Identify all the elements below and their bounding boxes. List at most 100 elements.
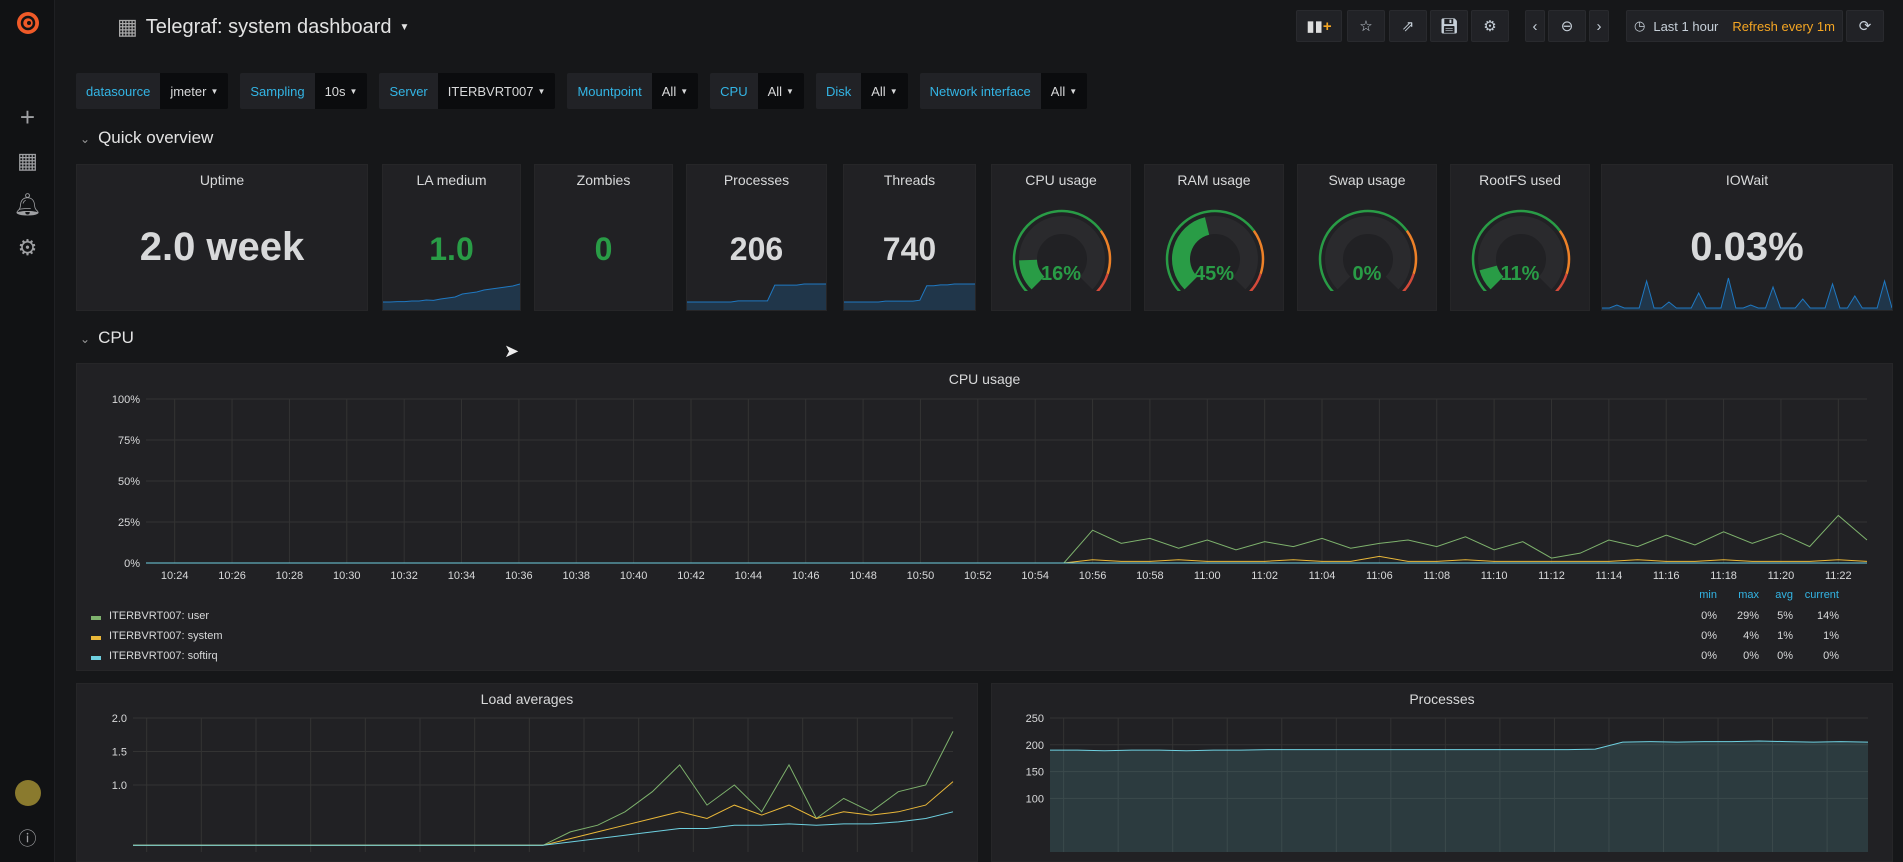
legend-series-name: ITERBVRT007: user bbox=[109, 610, 210, 622]
stat-value: 0% bbox=[1352, 263, 1382, 285]
chevron-left-icon: ‹ bbox=[1532, 17, 1538, 35]
time-range: Last 1 hour bbox=[1653, 18, 1719, 34]
x-tick-label: 10:24 bbox=[161, 570, 189, 582]
refresh-icon: ⟳ bbox=[1858, 18, 1872, 35]
x-tick-label: 11:18 bbox=[1710, 570, 1737, 582]
help-icon[interactable]: ⓘ bbox=[0, 825, 55, 851]
stat-panel-ram-usage: RAM usage 45% bbox=[1144, 164, 1284, 311]
variable-value: All bbox=[767, 83, 783, 99]
dashboards-icon[interactable]: ▦ bbox=[0, 148, 55, 174]
star-icon: ☆ bbox=[1359, 18, 1373, 35]
stat-value: 0.03% bbox=[1690, 225, 1804, 269]
variable-select[interactable]: All ▼ bbox=[1040, 73, 1088, 109]
stat-value: 1.0 bbox=[429, 231, 474, 267]
y-tick-label: 100 bbox=[1026, 793, 1044, 805]
bell-icon[interactable]: 🔔︎ bbox=[0, 192, 55, 218]
star-button[interactable]: ☆ bbox=[1347, 10, 1385, 42]
variable-value: All bbox=[661, 83, 677, 99]
processes-chart[interactable]: 100 150 200 250 bbox=[992, 684, 1892, 859]
variable-network-interface: Network interface All ▼ bbox=[919, 73, 1088, 109]
y-tick-label: 200 bbox=[1026, 740, 1044, 752]
legend-header-current[interactable]: current bbox=[1799, 589, 1839, 601]
gear-icon[interactable]: ⚙ bbox=[0, 235, 55, 261]
stat-value: 740 bbox=[882, 231, 937, 267]
legend-value-min: 0% bbox=[1701, 610, 1717, 622]
y-tick-label: 1.0 bbox=[112, 780, 127, 792]
variable-label: Sampling bbox=[240, 73, 315, 109]
mouse-cursor: ➤ bbox=[504, 341, 520, 361]
refresh-button[interactable]: ⟳ bbox=[1846, 10, 1884, 42]
stat-panel-threads: Threads 740 bbox=[843, 164, 976, 311]
panel-title: Uptime bbox=[199, 172, 245, 188]
variable-select[interactable]: All ▼ bbox=[757, 73, 804, 109]
stat-value: 206 bbox=[729, 231, 784, 267]
legend-value-current: 14% bbox=[1816, 610, 1839, 622]
row-cpu[interactable]: ⌄ CPU bbox=[80, 328, 134, 348]
x-tick-label: 11:10 bbox=[1481, 570, 1508, 582]
sparkline bbox=[687, 283, 826, 310]
plus-icon[interactable]: + bbox=[0, 102, 55, 133]
y-tick-label: 250 bbox=[1026, 713, 1044, 725]
caret-down-icon: ▼ bbox=[680, 86, 689, 96]
time-back-button[interactable]: ‹ bbox=[1525, 10, 1545, 42]
x-tick-label: 10:26 bbox=[218, 570, 246, 582]
variable-select[interactable]: All ▼ bbox=[651, 73, 699, 109]
add-panel-button[interactable]: ▮▮+ bbox=[1296, 10, 1342, 42]
variable-select[interactable]: All ▼ bbox=[861, 73, 908, 109]
legend-value-avg: 1% bbox=[1777, 630, 1793, 642]
sparkline-fill bbox=[844, 284, 975, 310]
stat-panel-rootfs-used: RootFS used 11% bbox=[1450, 164, 1590, 311]
x-tick-label: 10:54 bbox=[1021, 570, 1049, 582]
legend-row[interactable]: ITERBVRT007: softirq 0% 0% 0% 0% bbox=[91, 649, 1881, 667]
variable-select[interactable]: jmeter ▼ bbox=[160, 73, 229, 109]
sidebar: + ▦ 🔔︎ ⚙ ⓘ bbox=[0, 0, 55, 862]
y-tick-label: 0% bbox=[124, 558, 140, 570]
variable-label: Network interface bbox=[919, 73, 1041, 109]
legend-value-min: 0% bbox=[1701, 630, 1717, 642]
legend-row[interactable]: ITERBVRT007: user 0% 29% 5% 14% bbox=[91, 609, 1881, 627]
time-forward-button[interactable]: › bbox=[1589, 10, 1609, 42]
legend-series-name: ITERBVRT007: softirq bbox=[109, 650, 218, 662]
legend-row[interactable]: ITERBVRT007: system 0% 4% 1% 1% bbox=[91, 629, 1881, 647]
x-tick-label: 11:14 bbox=[1595, 570, 1622, 582]
dashboard-picker[interactable]: ▦ Telegraf: system dashboard ▼ bbox=[117, 14, 409, 40]
legend-header-min[interactable]: min bbox=[1677, 589, 1717, 601]
y-tick-label: 50% bbox=[118, 476, 140, 488]
legend-color-swatch bbox=[91, 636, 101, 640]
dashboard-title: Telegraf: system dashboard bbox=[145, 15, 392, 38]
panel-title: LA medium bbox=[416, 172, 487, 188]
time-picker[interactable]: ◷ Last 1 hour Refresh every 1m bbox=[1626, 10, 1843, 42]
legend-header-avg[interactable]: avg bbox=[1753, 589, 1793, 601]
variable-disk: Disk All ▼ bbox=[815, 73, 908, 109]
y-tick-label: 100% bbox=[112, 394, 140, 406]
variable-select[interactable]: 10s ▼ bbox=[314, 73, 368, 109]
cpu-usage-panel: CPU usage 0% 25% 50% 75% 100% 10:24 10:26 10:28… bbox=[76, 363, 1893, 671]
caret-down-icon: ▼ bbox=[349, 86, 358, 96]
caret-down-icon: ▼ bbox=[889, 86, 898, 96]
load-averages-chart[interactable]: 1.0 1.5 2.0 bbox=[77, 684, 977, 859]
panel-title: Processes bbox=[723, 172, 790, 188]
x-tick-label: 10:46 bbox=[792, 570, 820, 582]
grafana-logo[interactable] bbox=[0, 8, 55, 44]
dashboards-icon: ▦ bbox=[117, 14, 138, 39]
x-tick-label: 11:08 bbox=[1423, 570, 1450, 582]
share-button[interactable]: ⇗ bbox=[1389, 10, 1427, 42]
settings-button[interactable]: ⚙ bbox=[1471, 10, 1509, 42]
cpu-usage-chart[interactable]: 0% 25% 50% 75% 100% 10:24 10:26 10:28 10:30 10:32… bbox=[77, 389, 1894, 609]
settings-icon: ⚙ bbox=[1483, 18, 1497, 35]
save-button[interactable]: 💾︎ bbox=[1430, 10, 1468, 42]
sparkline-fill bbox=[687, 284, 826, 310]
save-icon: 💾︎ bbox=[1439, 18, 1459, 35]
x-tick-label: 11:12 bbox=[1538, 570, 1565, 582]
x-tick-label: 10:56 bbox=[1079, 570, 1107, 582]
variable-select[interactable]: ITERBVRT007 ▼ bbox=[437, 73, 556, 109]
row-quick-overview[interactable]: ⌄ Quick overview bbox=[80, 128, 213, 148]
stat-panel-processes: Processes 206 bbox=[686, 164, 827, 311]
stat-panel-uptime: Uptime 2.0 week bbox=[76, 164, 368, 311]
x-tick-label: 10:48 bbox=[849, 570, 877, 582]
avatar[interactable] bbox=[0, 780, 55, 812]
zoom-out-button[interactable]: ⊖ bbox=[1548, 10, 1586, 42]
sparkline-fill bbox=[1602, 278, 1892, 310]
panel-title: RAM usage bbox=[1177, 172, 1251, 188]
x-tick-label: 10:28 bbox=[276, 570, 304, 582]
